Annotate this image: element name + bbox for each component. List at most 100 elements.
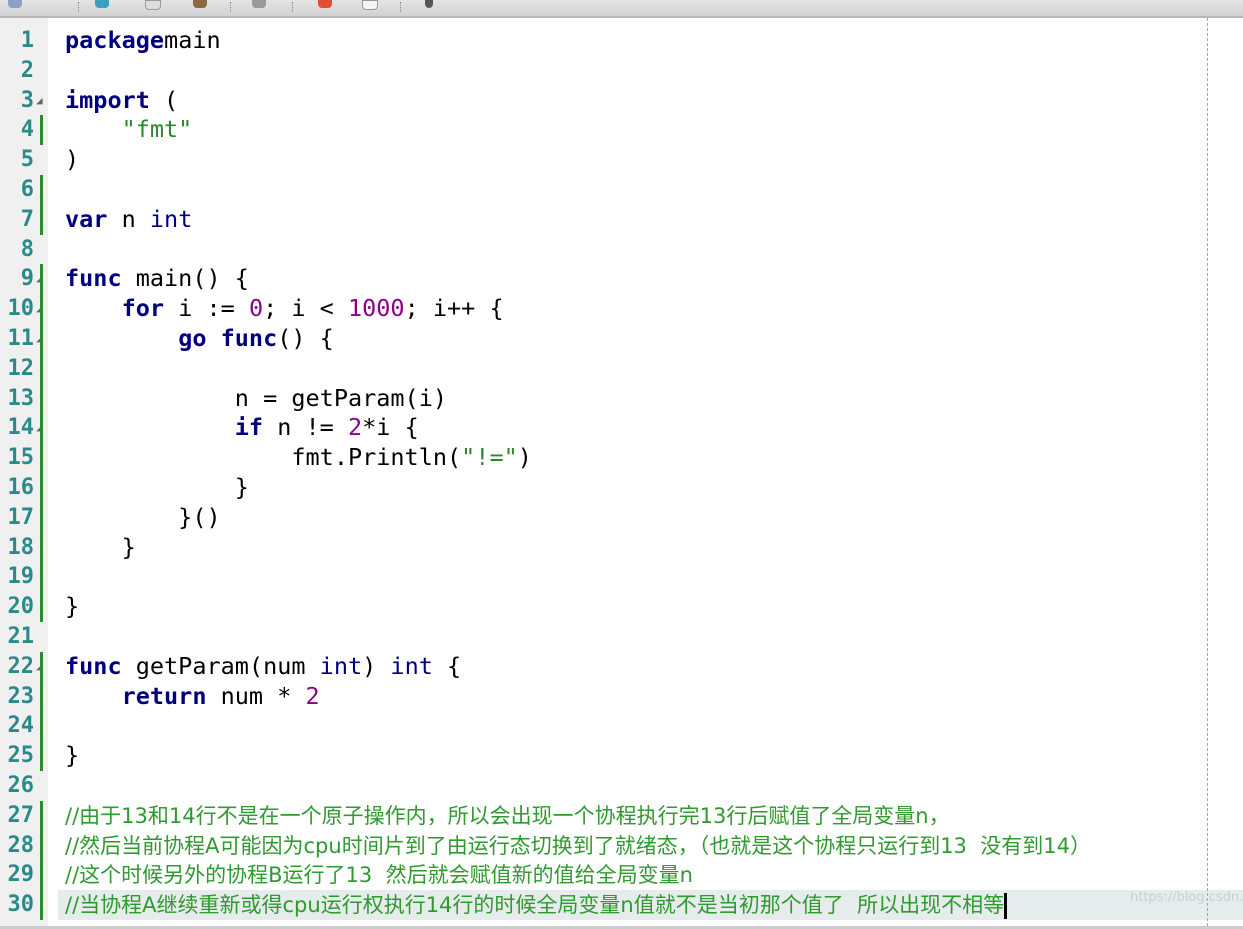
code-line[interactable]: 14◢ if n != 2*i {	[0, 413, 1243, 444]
code-line[interactable]: 5)	[0, 145, 1243, 175]
change-marker	[40, 175, 43, 205]
code-line[interactable]: 30 //当协程A继续重新或得cpu运行权执行14行的时候全局变量n值就不是当初那…	[0, 890, 1243, 920]
code-token: main() {	[121, 264, 249, 293]
change-marker	[40, 711, 43, 742]
code-line[interactable]: 11◢ go func() {	[0, 324, 1243, 354]
change-marker	[40, 592, 43, 622]
open-folder-icon[interactable]	[193, 0, 207, 8]
code-line[interactable]: 22◢func getParam(num int) int {	[0, 651, 1243, 682]
code-line[interactable]: 29 //这个时候另外的协程B运行了13 然后就会赋值新的值给全局变量n	[0, 860, 1243, 891]
code-line[interactable]: 17 }()	[0, 502, 1243, 533]
code-line[interactable]: 25}	[0, 741, 1243, 771]
code-line[interactable]: 21	[0, 622, 1243, 652]
code-line[interactable]: 9◢func main() {	[0, 264, 1243, 295]
code-token: )	[65, 145, 80, 174]
code-token: n	[107, 204, 150, 233]
code-line[interactable]: 2	[0, 56, 1243, 86]
code-text: )	[65, 145, 79, 175]
number-literal: 1000	[347, 294, 405, 323]
code-line[interactable]: 20}	[0, 592, 1243, 622]
code-line[interactable]: 15 fmt.Println("!=")	[0, 443, 1243, 473]
toolbar-separator	[400, 2, 402, 12]
code-text: fmt.Println("!=")	[65, 443, 532, 473]
code-line[interactable]: 28 //然后当前协程A可能因为cpu时间片到了由运行态切换到了就绪态，（也就是这…	[0, 830, 1243, 861]
code-editor[interactable]: 1 packagemain 2 3 ◢ import (4 "fmt" 5) 6 7 var n …	[0, 18, 1243, 926]
change-marker	[40, 830, 43, 861]
change-marker	[40, 383, 43, 414]
change-marker	[40, 324, 43, 354]
line-number: 3	[20, 87, 34, 113]
line-number: 18	[7, 534, 35, 560]
change-marker	[40, 115, 43, 146]
change-marker	[40, 532, 43, 563]
code-token: *i {	[362, 413, 419, 442]
change-marker	[40, 800, 43, 831]
code-line[interactable]: 6	[0, 175, 1243, 205]
nav-back-icon[interactable]	[8, 0, 22, 8]
code-text: go func() {	[65, 324, 334, 354]
line-number: 21	[7, 624, 35, 649]
change-marker	[40, 741, 43, 771]
code-token: (	[149, 85, 179, 114]
code-line[interactable]: 12	[0, 353, 1243, 384]
code-text: }	[65, 473, 249, 503]
debug-icon[interactable]	[318, 0, 332, 8]
line-number: 5	[20, 147, 34, 173]
new-file-icon[interactable]	[145, 0, 161, 10]
code-line[interactable]: 4 "fmt"	[0, 115, 1243, 146]
code-text: //由于13和14行不是在一个原子操作内，所以会出现一个协程执行完13行后赋值了…	[65, 801, 950, 832]
code-line[interactable]: 16 }	[0, 473, 1243, 503]
code-text: }()	[65, 503, 220, 533]
change-marker	[40, 443, 43, 473]
code-token: )	[517, 443, 532, 472]
line-number: 9	[20, 266, 34, 292]
fold-toggle-icon[interactable]: ◢	[36, 86, 43, 116]
tools-icon[interactable]	[425, 0, 433, 8]
keyword: var	[65, 204, 108, 233]
line-number: 24	[7, 713, 35, 739]
code-token: {	[432, 651, 462, 680]
code-line[interactable]: 1 packagemain	[0, 26, 1243, 56]
toolbar-separator	[78, 2, 80, 12]
code-line[interactable]: 18 }	[0, 532, 1243, 563]
string-literal: "!="	[461, 443, 518, 472]
code-token: getParam(num	[121, 651, 320, 680]
code-line[interactable]: 8	[0, 235, 1243, 265]
line-number: 28	[7, 832, 35, 858]
line-number: 7	[20, 206, 34, 232]
keyword: if	[234, 413, 264, 442]
code-token: () {	[277, 324, 334, 352]
code-line[interactable]: 7 var n int	[0, 204, 1243, 235]
bookmark-icon[interactable]	[362, 0, 378, 10]
code-line[interactable]: 19	[0, 562, 1243, 593]
line-number: 20	[7, 594, 35, 620]
code-token: ; i++ {	[404, 294, 504, 323]
line-number: 26	[7, 773, 35, 798]
text-cursor	[1004, 892, 1008, 919]
code-line[interactable]: 27 //由于13和14行不是在一个原子操作内，所以会出现一个协程执行完13行后赋…	[0, 800, 1243, 832]
code-line[interactable]: 10◢ for i := 0; i < 1000; i++ {	[0, 294, 1243, 324]
toolbar-separator	[292, 2, 294, 12]
keyword: func	[220, 324, 278, 352]
save-icon[interactable]	[252, 0, 266, 8]
code-line[interactable]: 3 ◢ import (	[0, 86, 1243, 116]
code-line[interactable]: 24	[0, 711, 1243, 742]
string-literal: "fmt"	[121, 115, 193, 144]
code-line[interactable]: 13 n = getParam(i)	[0, 383, 1243, 414]
keyword: func	[65, 264, 122, 293]
code-text: func main() {	[65, 264, 249, 294]
change-marker	[40, 562, 43, 593]
run-icon[interactable]	[95, 0, 109, 8]
code-line[interactable]: 23 return num * 2	[0, 681, 1243, 712]
keyword: import	[65, 85, 150, 114]
change-marker	[40, 502, 43, 533]
code-token: num *	[206, 681, 306, 710]
code-text: }	[65, 533, 136, 563]
change-marker	[40, 890, 43, 920]
code-line[interactable]: 26	[0, 771, 1243, 801]
